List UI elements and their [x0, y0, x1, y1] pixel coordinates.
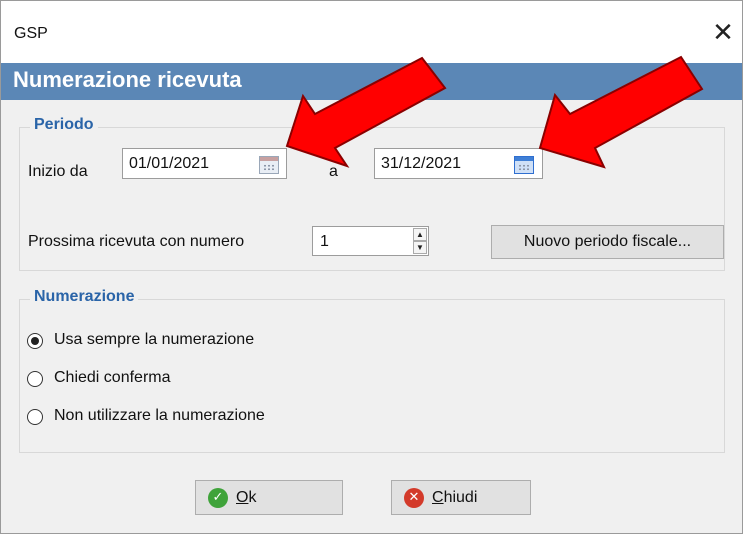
annotation-arrow-left	[285, 56, 447, 168]
annotation-arrows	[285, 55, 704, 169]
annotation-arrow-right	[538, 55, 704, 169]
